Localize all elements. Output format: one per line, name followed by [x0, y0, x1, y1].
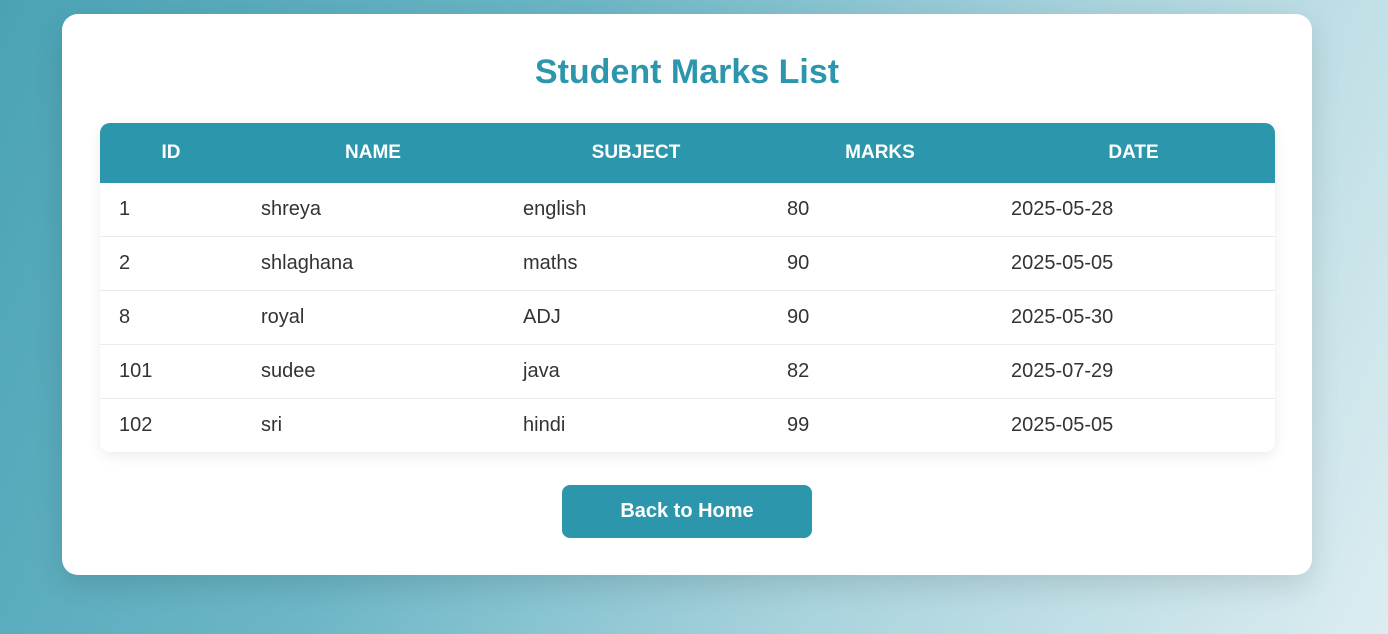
table-body: 1 shreya english 80 2025-05-28 2 shlagha…: [100, 183, 1275, 452]
page-title: Student Marks List: [534, 53, 840, 91]
back-to-home-button[interactable]: Back to Home: [562, 485, 812, 538]
cell-subject: hindi: [523, 414, 566, 436]
cell-id: 2: [100, 236, 242, 291]
marks-card: Student Marks List ID NAME SUBJECT MARKS…: [62, 14, 1312, 575]
column-header-id: ID: [100, 123, 242, 183]
table-row: 1 shreya english 80 2025-05-28: [100, 183, 1275, 237]
cell-subject: maths: [504, 236, 768, 291]
cell-id: 8: [100, 290, 242, 345]
cell-name: shlaghana: [242, 236, 504, 291]
cell-marks: 99: [787, 414, 810, 436]
cell-subject: english: [504, 183, 768, 237]
table-row: 2 shlaghana maths 90 2025-05-05: [100, 236, 1275, 291]
cell-name: sudee: [242, 344, 504, 399]
table-header-row: ID NAME SUBJECT MARKS DATE: [100, 123, 1275, 183]
column-header-subject: SUBJECT: [504, 123, 768, 183]
cell-marks: 90: [768, 236, 992, 291]
column-header-date: DATE: [992, 123, 1275, 183]
table-row: 102 sri hindi 99 2025-05-05: [100, 399, 1275, 453]
column-header-name: NAME: [242, 123, 504, 183]
cell-date: 2025-05-30: [992, 290, 1275, 345]
cell-marks: 90: [768, 290, 992, 345]
cell-id: 102: [119, 414, 153, 436]
cell-date: 2025-07-29: [992, 344, 1275, 399]
cell-date: 2025-05-05: [992, 236, 1275, 291]
cell-name: shreya: [242, 183, 504, 237]
table-header: ID NAME SUBJECT MARKS DATE: [100, 123, 1275, 183]
cell-id: 101: [100, 344, 242, 399]
cell-id: 1: [100, 183, 242, 237]
cell-name: sri: [261, 414, 283, 436]
table-row: 101 sudee java 82 2025-07-29: [100, 344, 1275, 399]
cell-name: royal: [242, 290, 504, 345]
cell-subject: java: [504, 344, 768, 399]
cell-subject: ADJ: [504, 290, 768, 345]
cell-date: 2025-05-05: [1011, 414, 1114, 436]
cell-marks: 80: [768, 183, 992, 237]
column-header-marks: MARKS: [768, 123, 992, 183]
marks-table: ID NAME SUBJECT MARKS DATE 1 shreya engl…: [100, 123, 1275, 452]
cell-date: 2025-05-28: [992, 183, 1275, 237]
cell-marks: 82: [768, 344, 992, 399]
marks-table-container: ID NAME SUBJECT MARKS DATE 1 shreya engl…: [100, 123, 1275, 452]
table-row: 8 royal ADJ 90 2025-05-30: [100, 290, 1275, 345]
